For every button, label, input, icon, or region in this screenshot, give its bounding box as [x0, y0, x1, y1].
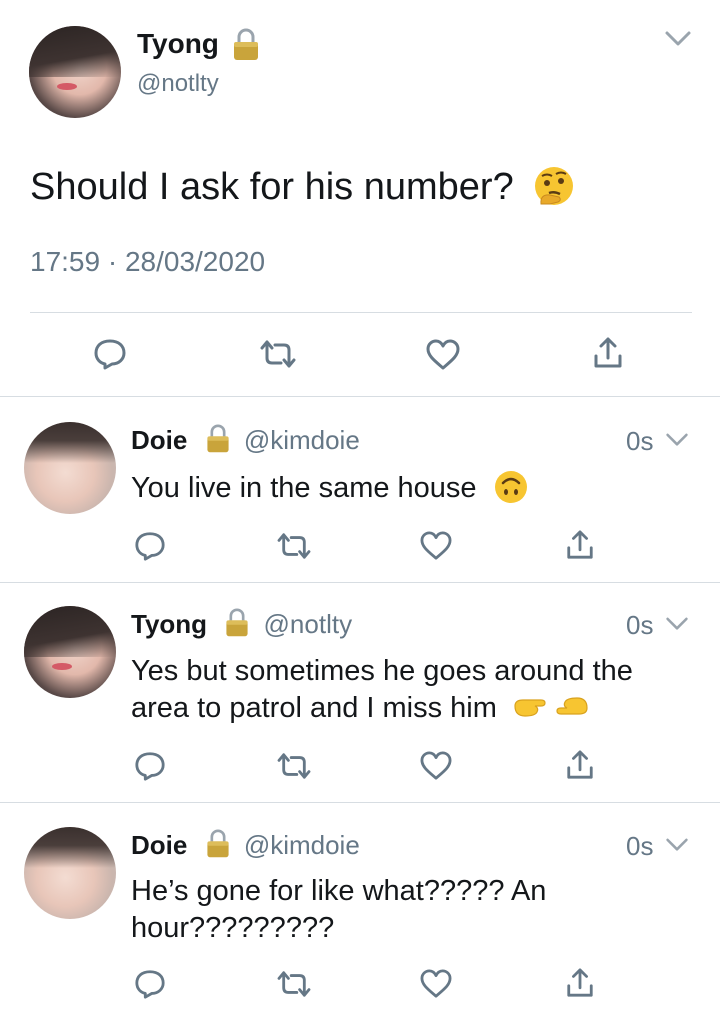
reply-icon[interactable] — [134, 750, 166, 782]
reply-text-line: Yes but sometimes he goes around the — [131, 655, 633, 687]
retweet-icon[interactable] — [276, 969, 312, 999]
timestamp: 17:59 · 28/03/2020 — [30, 246, 266, 277]
author-handle[interactable]: @notlty — [137, 70, 219, 98]
thinking-face-emoji — [535, 166, 574, 205]
heart-icon[interactable] — [419, 751, 453, 781]
reply-header: Doie @kimdoie — [131, 829, 360, 861]
lock-icon — [234, 28, 258, 60]
author-name[interactable]: Doie — [131, 830, 187, 860]
lock-icon — [206, 829, 229, 858]
share-icon[interactable] — [565, 749, 595, 781]
avatar[interactable] — [29, 26, 121, 118]
retweet-icon[interactable] — [276, 751, 312, 781]
upside-down-face-emoji — [494, 471, 527, 504]
retweet-icon[interactable] — [259, 338, 297, 370]
reply-header: Doie @kimdoie — [131, 424, 360, 456]
reply-time: 0s — [626, 426, 654, 456]
chevron-down-icon[interactable] — [665, 432, 689, 448]
avatar[interactable] — [24, 422, 116, 514]
author-name[interactable]: Tyong — [137, 28, 219, 60]
author-handle[interactable]: @kimdoie — [244, 830, 360, 860]
section-divider — [0, 582, 720, 583]
index-fingers-pointing-emoji — [514, 697, 588, 717]
heart-icon[interactable] — [419, 531, 453, 561]
share-icon[interactable] — [565, 967, 595, 999]
reply-text: Yes but sometimes he goes around the are… — [131, 653, 633, 727]
author-name[interactable]: Tyong — [131, 609, 207, 639]
reply-text: He’s gone for like what????? An hour????… — [131, 873, 546, 947]
chevron-down-icon[interactable] — [664, 30, 692, 48]
section-divider — [0, 396, 720, 397]
reply-text: You live in the same house — [131, 470, 529, 507]
section-divider — [0, 802, 720, 803]
reply-text-line: You live in the same house — [131, 472, 477, 504]
tweet-text: Should I ask for his number? — [30, 166, 576, 209]
reply-time: 0s — [626, 831, 654, 861]
reply-icon[interactable] — [134, 530, 166, 562]
avatar[interactable] — [24, 606, 116, 698]
reply-text-line: hour????????? — [131, 912, 335, 944]
reply-text-line: area to patrol and I miss him — [131, 692, 497, 724]
chevron-down-icon[interactable] — [665, 837, 689, 853]
lock-icon — [206, 424, 229, 453]
reply-time: 0s — [626, 610, 654, 640]
author-name[interactable]: Doie — [131, 425, 187, 455]
avatar[interactable] — [24, 827, 116, 919]
stats-divider — [30, 312, 692, 313]
author-handle[interactable]: @kimdoie — [244, 425, 360, 455]
heart-icon[interactable] — [419, 969, 453, 999]
heart-icon[interactable] — [425, 339, 461, 371]
reply-text-line: He’s gone for like what????? An — [131, 875, 547, 907]
lock-icon — [226, 608, 248, 637]
share-icon[interactable] — [592, 336, 624, 370]
retweet-icon[interactable] — [276, 531, 312, 561]
author-handle[interactable]: @notlty — [264, 609, 353, 639]
chevron-down-icon[interactable] — [665, 616, 689, 632]
reply-icon[interactable] — [134, 968, 166, 1000]
tweet-text-content: Should I ask for his number? — [30, 166, 514, 208]
reply-text-line-wrap: area to patrol and I miss him — [131, 690, 633, 727]
reply-icon[interactable] — [93, 337, 127, 371]
reply-header: Tyong @notlty — [131, 608, 353, 640]
share-icon[interactable] — [565, 529, 595, 561]
